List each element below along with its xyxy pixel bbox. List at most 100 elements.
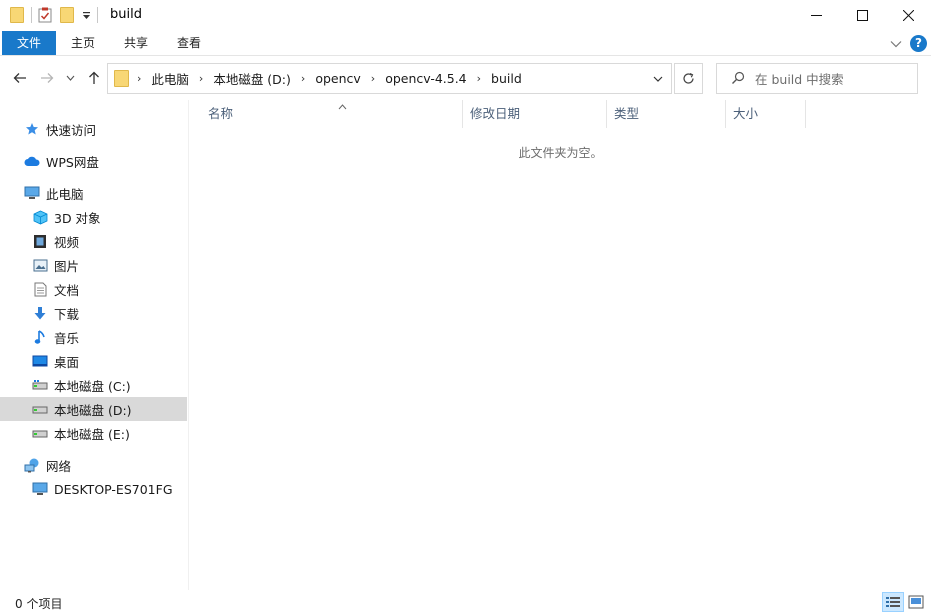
help-icon[interactable]: ? xyxy=(910,35,927,52)
column-header-date-modified[interactable]: 修改日期 xyxy=(463,100,607,128)
monitor-icon xyxy=(32,481,48,497)
picture-icon xyxy=(32,257,48,273)
close-button[interactable] xyxy=(885,0,931,31)
sidebar-item-label: 图片 xyxy=(54,258,80,274)
properties-icon[interactable] xyxy=(36,6,54,24)
refresh-icon xyxy=(683,72,694,84)
sidebar-item-3d-objects[interactable]: 3D 对象 xyxy=(0,205,187,229)
ribbon-tabs: 文件 主页 共享 查看 ? xyxy=(0,31,931,56)
tab-home[interactable]: 主页 xyxy=(60,31,106,55)
sidebar-item-drive-d[interactable]: 本地磁盘 (D:) xyxy=(0,397,187,421)
computer-icon xyxy=(24,185,40,201)
customize-toolbar-icon[interactable] xyxy=(80,6,92,24)
sidebar-item-label: 本地磁盘 (E:) xyxy=(54,426,130,442)
breadcrumb-separator[interactable]: › xyxy=(371,72,375,85)
title-bar: build xyxy=(0,0,931,31)
download-icon xyxy=(32,305,48,321)
details-view-icon xyxy=(886,597,900,607)
sidebar-item-desktop[interactable]: 桌面 xyxy=(0,349,187,373)
sidebar-item-label: 快速访问 xyxy=(46,122,97,138)
navigation-pane: 快速访问 WPS网盘 此电脑 3D 对象 视频 图片 文档 下载 音乐 桌面 本… xyxy=(0,100,189,590)
ribbon-controls: ? xyxy=(890,35,927,52)
minimize-button[interactable] xyxy=(793,0,839,31)
breadcrumb-build[interactable]: build xyxy=(491,71,522,86)
sidebar-item-videos[interactable]: 视频 xyxy=(0,229,187,253)
refresh-button[interactable] xyxy=(674,63,703,94)
large-icons-view-icon xyxy=(908,595,924,609)
tab-file[interactable]: 文件 xyxy=(2,31,56,55)
status-bar: 0 个项目 xyxy=(0,590,931,615)
sidebar-item-drive-e[interactable]: 本地磁盘 (E:) xyxy=(0,421,187,445)
column-header-label: 名称 xyxy=(208,106,234,121)
desktop-icon xyxy=(32,353,48,369)
breadcrumb-opencv[interactable]: opencv xyxy=(315,71,360,86)
up-button[interactable] xyxy=(84,68,104,88)
video-icon xyxy=(32,233,48,249)
sidebar-item-network[interactable]: 网络 xyxy=(0,453,187,477)
sidebar-item-label: 视频 xyxy=(54,234,80,250)
sidebar-item-pictures[interactable]: 图片 xyxy=(0,253,187,277)
new-folder-icon[interactable] xyxy=(58,6,76,24)
tab-share[interactable]: 共享 xyxy=(113,31,159,55)
drive-icon xyxy=(32,377,48,393)
address-bar[interactable]: › 此电脑 › 本地磁盘 (D:) › opencv › opencv-4.5.… xyxy=(107,63,672,94)
sidebar-item-documents[interactable]: 文档 xyxy=(0,277,187,301)
sidebar-item-downloads[interactable]: 下载 xyxy=(0,301,187,325)
back-button[interactable] xyxy=(10,68,30,88)
sidebar-item-label: WPS网盘 xyxy=(46,154,99,170)
music-icon xyxy=(32,329,48,345)
sidebar-item-label: 本地磁盘 (C:) xyxy=(54,378,131,394)
breadcrumb-this-pc[interactable]: 此电脑 xyxy=(151,69,189,88)
large-icons-view-button[interactable] xyxy=(905,592,927,612)
sort-ascending-icon xyxy=(338,94,347,122)
sidebar-item-quick-access[interactable]: 快速访问 xyxy=(0,117,187,141)
address-row: › 此电脑 › 本地磁盘 (D:) › opencv › opencv-4.5.… xyxy=(0,56,931,100)
search-icon xyxy=(731,71,745,88)
sidebar-item-music[interactable]: 音乐 xyxy=(0,325,187,349)
column-header-label: 大小 xyxy=(733,106,759,121)
toolbar-divider xyxy=(31,7,32,23)
column-header-name[interactable]: 名称 xyxy=(201,100,463,128)
maximize-button[interactable] xyxy=(839,0,885,31)
breadcrumb-separator[interactable]: › xyxy=(199,72,203,85)
sidebar-item-label: 网络 xyxy=(46,458,72,474)
forward-button[interactable] xyxy=(37,68,57,88)
empty-folder-message: 此文件夹为空。 xyxy=(518,146,603,160)
column-header-size[interactable]: 大小 xyxy=(726,100,806,128)
expand-ribbon-chevron-icon[interactable] xyxy=(890,37,902,51)
sidebar-item-label: DESKTOP-ES701FG xyxy=(54,481,173,497)
sidebar-item-wps-drive[interactable]: WPS网盘 xyxy=(0,149,187,173)
recent-locations-chevron-icon[interactable] xyxy=(63,68,77,88)
breadcrumb-separator[interactable]: › xyxy=(477,72,481,85)
column-header-label: 修改日期 xyxy=(470,106,521,121)
breadcrumb-separator[interactable]: › xyxy=(301,72,305,85)
sidebar-item-label: 下载 xyxy=(54,306,80,322)
search-input[interactable] xyxy=(755,70,910,88)
sidebar-item-desktop-pc[interactable]: DESKTOP-ES701FG xyxy=(0,477,187,501)
breadcrumb: › 此电脑 › 本地磁盘 (D:) › opencv › opencv-4.5.… xyxy=(114,64,522,93)
column-header-type[interactable]: 类型 xyxy=(607,100,726,128)
quick-access-toolbar xyxy=(8,6,102,24)
tab-view[interactable]: 查看 xyxy=(166,31,212,55)
search-box[interactable] xyxy=(716,63,918,94)
details-view-button[interactable] xyxy=(882,592,904,612)
address-history-chevron-icon[interactable] xyxy=(645,64,671,93)
breadcrumb-separator[interactable]: › xyxy=(137,72,141,85)
breadcrumb-drive-d[interactable]: 本地磁盘 (D:) xyxy=(213,69,291,88)
sidebar-item-label: 文档 xyxy=(54,282,80,298)
sidebar-item-this-pc[interactable]: 此电脑 xyxy=(0,181,187,205)
cube-icon xyxy=(32,209,48,225)
sidebar-item-label: 桌面 xyxy=(54,354,80,370)
folder-app-icon xyxy=(8,6,26,24)
document-icon xyxy=(32,281,48,297)
cloud-icon xyxy=(24,153,40,169)
drive-icon xyxy=(32,401,48,417)
sidebar-item-drive-c[interactable]: 本地磁盘 (C:) xyxy=(0,373,187,397)
column-header-label: 类型 xyxy=(614,106,640,121)
breadcrumb-opencv-version[interactable]: opencv-4.5.4 xyxy=(385,71,466,86)
network-icon xyxy=(24,457,40,473)
sidebar-item-label: 音乐 xyxy=(54,330,80,346)
window-title: build xyxy=(110,7,142,22)
sidebar-item-label: 3D 对象 xyxy=(54,210,101,226)
file-list-pane[interactable]: 名称 修改日期 类型 大小 此文件夹为空。 xyxy=(190,100,931,590)
